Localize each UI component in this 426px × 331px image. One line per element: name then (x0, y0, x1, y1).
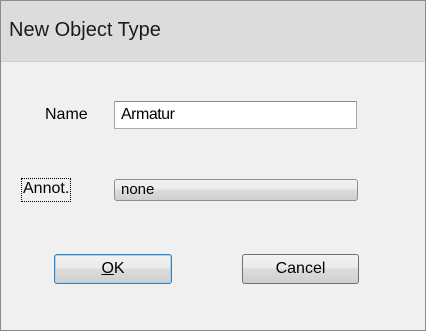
annot-dropdown[interactable]: none (114, 179, 358, 201)
cancel-button[interactable]: Cancel (242, 254, 359, 284)
ok-label-rest: K (113, 260, 125, 277)
name-input[interactable]: Armatur (114, 101, 357, 129)
dialog-title: New Object Type (9, 19, 161, 41)
ok-button[interactable]: OK (54, 254, 172, 284)
annot-label: Annot. (21, 178, 72, 202)
name-label: Name (45, 106, 88, 123)
title-bar[interactable]: New Object Type (1, 1, 425, 62)
ok-mnemonic: O (101, 260, 114, 277)
dialog-window: New Object Type Name Armatur Annot. none… (0, 0, 426, 331)
dialog-body: Name Armatur Annot. none OK Cancel (1, 62, 425, 330)
